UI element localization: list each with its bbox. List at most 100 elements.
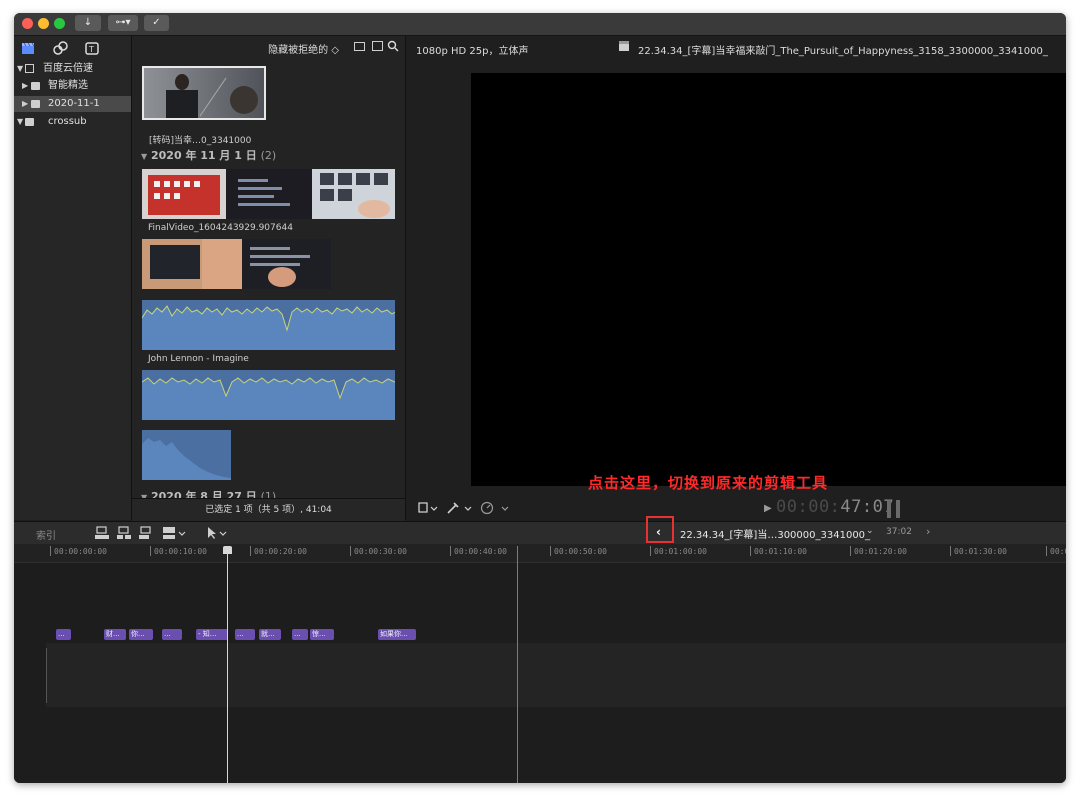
filter-popup[interactable]: 隐藏被拒绝的 ◇ — [268, 41, 339, 56]
ruler-tick: 00:00:10:00 — [150, 546, 207, 556]
filmstrip-icon[interactable] — [372, 41, 383, 51]
svg-text:T: T — [88, 45, 94, 54]
project-name[interactable]: 22.34.34_[字幕]当…300000_3341000_ — [680, 526, 870, 541]
sidebar-item-event-2020-11-1[interactable]: ▶ 2020-11-1 — [14, 96, 131, 112]
subtitle-clip[interactable]: - 知... — [196, 629, 228, 640]
clapper-icon — [618, 40, 630, 52]
timeline-ruler[interactable]: 00:00:00:00 00:00:10:00 00:00:20:00 00:0… — [14, 544, 1066, 563]
transform-icon[interactable] — [416, 501, 438, 515]
clip-label: FinalVideo_1604243929.907644 — [148, 223, 293, 233]
clapper-icon[interactable] — [20, 40, 36, 56]
video-canvas[interactable] — [471, 73, 1066, 486]
overwrite-clip-icon[interactable] — [161, 525, 187, 541]
event-date-header[interactable]: ▼ 2020 年 11 月 1 日 (2) — [141, 147, 276, 163]
libraries-sidebar: T ▼ 百度云倍速 ▶ 智能精选 ▶ 2020-11-1 ▼ crossub — [14, 36, 132, 520]
event-icon — [31, 100, 40, 108]
retime-icon[interactable] — [480, 501, 510, 515]
audio-clip-john-lennon-2[interactable] — [142, 370, 395, 420]
clip-thumbnail-selected[interactable] — [142, 66, 266, 120]
connect-clip-icon[interactable] — [94, 525, 110, 541]
timeline-area[interactable]: ... 财... 你... ... - 知... ... 就... ... 惊.… — [14, 563, 1066, 783]
forward-history-icon[interactable]: › — [926, 525, 930, 538]
sidebar-item-label: 智能精选 — [48, 80, 88, 91]
project-duration: 37:02 — [886, 527, 912, 537]
folder-icon — [31, 82, 40, 90]
subtitle-clip[interactable]: 就... — [259, 629, 281, 640]
ruler-tick: 00:01:10:00 — [750, 546, 807, 556]
viewer-footer — [406, 498, 1066, 520]
title-bar: ↓ ⊶▾ ✓ — [14, 13, 1066, 36]
zoom-button[interactable] — [54, 18, 65, 29]
disclosure-open-icon[interactable]: ▼ — [17, 114, 23, 130]
format-label: 1080p HD 25p，立体声 — [416, 46, 529, 57]
sidebar-item-library[interactable]: ▼ 百度云倍速 — [14, 61, 131, 77]
minimize-button[interactable] — [38, 18, 49, 29]
subtitle-clip[interactable]: ... — [56, 629, 71, 640]
disclosure-open-icon[interactable]: ▼ — [141, 152, 147, 161]
music-photo-icon[interactable] — [52, 40, 68, 56]
disclosure-closed-icon[interactable]: ▶ — [22, 96, 28, 112]
import-button[interactable]: ↓ — [75, 15, 101, 31]
append-clip-icon[interactable] — [138, 525, 154, 541]
background-tasks-button[interactable]: ✓ — [144, 15, 169, 31]
skimmer-line — [517, 546, 518, 783]
storyline-start — [46, 648, 47, 703]
viewer-title: 22.34.34_[字幕]当幸福来敲门_The_Pursuit_of_Happy… — [638, 46, 1048, 57]
subtitle-clip[interactable]: ... — [162, 629, 182, 640]
ruler-tick: 00:01:30:00 — [950, 546, 1007, 556]
app-window: ↓ ⊶▾ ✓ T ▼ 百度云倍速 ▶ 智能精选 ▶ 2020-11-1 ▼ cr… — [14, 13, 1066, 783]
subtitle-clip[interactable]: ... — [292, 629, 308, 640]
subtitle-clip[interactable]: 你... — [129, 629, 153, 640]
sidebar-item-label: 2020-11-1 — [48, 98, 100, 109]
keyword-button[interactable]: ⊶▾ — [108, 15, 138, 31]
clip-filmstrip-finalvideo-2[interactable] — [142, 239, 331, 289]
close-button[interactable] — [22, 18, 33, 29]
play-icon[interactable]: ▶ — [764, 503, 772, 514]
viewer-header: 1080p HD 25p，立体声 22.34.34_[字幕]当幸福来敲门_The… — [406, 36, 1066, 58]
subtitle-clip[interactable]: 如果你... — [378, 629, 416, 640]
index-button[interactable]: 索引 — [36, 527, 56, 542]
clip-filmstrip-finalvideo[interactable] — [142, 169, 395, 219]
browser-status: 已选定 1 项（共 5 项）, 41:04 — [132, 498, 405, 521]
playhead[interactable] — [227, 550, 228, 783]
browser-header: 隐藏被拒绝的 ◇ — [132, 36, 405, 58]
sidebar-item-label: crossub — [48, 116, 87, 127]
ruler-tick: 00:00:50:00 — [550, 546, 607, 556]
date-count: (2) — [260, 149, 277, 162]
clip-browser: 隐藏被拒绝的 ◇ [转码]当幸…0_3341000 ▼ 2020 年 11 月 … — [132, 36, 406, 521]
sidebar-item-crossub[interactable]: ▼ crossub — [14, 114, 131, 130]
select-tool-icon[interactable] — [205, 525, 231, 541]
ruler-tick: 00:01:40 — [1046, 546, 1066, 556]
audio-clip-john-lennon-3[interactable] — [142, 430, 231, 480]
ruler-tick: 00:01:20:00 — [850, 546, 907, 556]
search-icon[interactable] — [387, 40, 399, 52]
titles-generators-icon[interactable]: T — [84, 40, 100, 56]
clip-appearance-icon[interactable] — [354, 42, 365, 51]
subtitle-clip[interactable]: 财... — [104, 629, 126, 640]
enhance-icon[interactable] — [446, 501, 474, 515]
primary-storyline — [46, 643, 1066, 707]
chevron-down-icon[interactable]: ⌄ — [866, 526, 874, 536]
audio-clip-john-lennon[interactable] — [142, 300, 395, 350]
library-icon — [25, 118, 34, 126]
disclosure-closed-icon[interactable]: ▶ — [22, 78, 28, 94]
timeline-toolbar: 索引 22.34.34_[字幕]当…300000_3341000_ ⌄ 37:0… — [14, 521, 1066, 545]
timecode-display: 00:00:47:07 — [776, 497, 894, 517]
library-icon — [25, 64, 34, 73]
viewer: 1080p HD 25p，立体声 22.34.34_[字幕]当幸福来敲门_The… — [406, 36, 1066, 520]
ruler-tick: 00:01:00:00 — [650, 546, 707, 556]
sidebar-item-label: 百度云倍速 — [43, 63, 93, 74]
clip-label: John Lennon - Imagine — [148, 354, 249, 364]
ruler-tick: 00:00:40:00 — [450, 546, 507, 556]
playhead-handle[interactable] — [223, 546, 232, 554]
clip-label: [转码]当幸…0_3341000 — [149, 136, 252, 146]
date-label: 2020 年 11 月 1 日 — [151, 149, 257, 162]
subtitle-clip[interactable]: ... — [235, 629, 255, 640]
insert-clip-icon[interactable] — [116, 525, 132, 541]
annotation-text: 点击这里，切换到原来的剪辑工具 — [588, 474, 829, 492]
timecode-dim: 00:00: — [776, 497, 841, 517]
audio-meter-left — [887, 500, 891, 518]
subtitle-clip[interactable]: 惊... — [310, 629, 334, 640]
disclosure-open-icon[interactable]: ▼ — [17, 61, 23, 77]
sidebar-item-smart-collection[interactable]: ▶ 智能精选 — [14, 78, 131, 94]
